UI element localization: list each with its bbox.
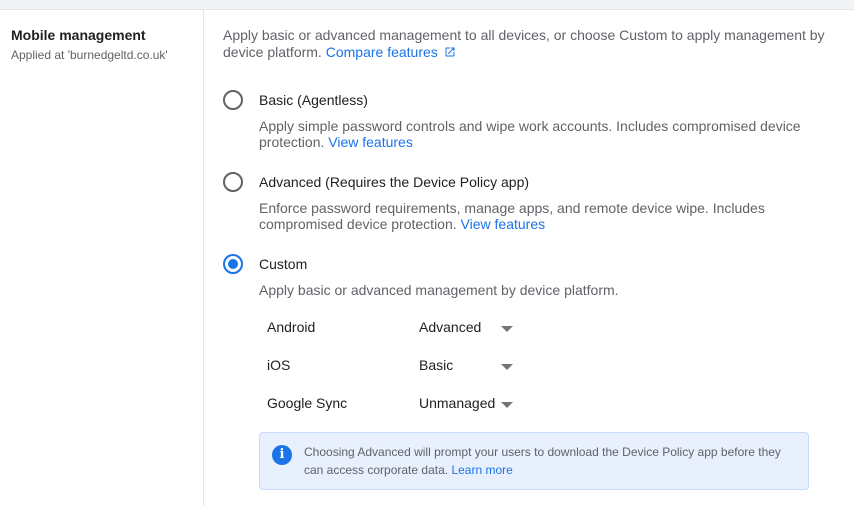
- option-basic-description: Apply simple password controls and wipe …: [259, 118, 819, 150]
- section-scope: Applied at 'burnedgeltd.co.uk': [11, 48, 168, 62]
- column-divider: [203, 10, 204, 506]
- top-bar: [0, 0, 854, 10]
- info-message: Choosing Advanced will prompt your users…: [304, 445, 781, 477]
- option-basic-label[interactable]: Basic (Agentless): [259, 92, 368, 108]
- ios-management-value: Basic: [419, 357, 454, 373]
- section-description: Apply basic or advanced management to al…: [223, 27, 833, 61]
- option-custom-description: Apply basic or advanced management by de…: [259, 282, 619, 298]
- section-title: Mobile management: [11, 27, 146, 43]
- ios-management-select[interactable]: Basic: [419, 357, 519, 377]
- info-icon: i: [272, 445, 292, 465]
- chevron-down-icon: [501, 402, 513, 408]
- google-sync-management-value: Unmanaged: [419, 395, 496, 411]
- chevron-down-icon: [501, 326, 513, 332]
- option-advanced-description: Enforce password requirements, manage ap…: [259, 200, 819, 232]
- option-advanced-label[interactable]: Advanced (Requires the Device Policy app…: [259, 174, 529, 190]
- advanced-view-features-link[interactable]: View features: [461, 216, 546, 232]
- description-text: Apply basic or advanced management to al…: [223, 27, 825, 60]
- compare-features-label: Compare features: [325, 44, 438, 60]
- compare-features-link[interactable]: Compare features: [326, 44, 456, 60]
- platform-android-label: Android: [267, 319, 316, 335]
- google-sync-management-select[interactable]: Unmanaged: [419, 395, 519, 415]
- radio-advanced[interactable]: [223, 172, 243, 192]
- android-management-value: Advanced: [419, 319, 482, 335]
- radio-basic[interactable]: [223, 90, 243, 110]
- info-banner: i Choosing Advanced will prompt your use…: [259, 432, 809, 490]
- basic-view-features-link[interactable]: View features: [328, 134, 413, 150]
- platform-google-sync-label: Google Sync: [267, 395, 348, 411]
- platform-ios-label: iOS: [267, 357, 291, 373]
- android-management-select[interactable]: Advanced: [419, 319, 519, 339]
- info-text: Choosing Advanced will prompt your users…: [304, 443, 794, 479]
- radio-custom[interactable]: [223, 254, 243, 274]
- chevron-down-icon: [501, 364, 513, 370]
- open-in-new-icon: [445, 47, 455, 57]
- option-custom-label[interactable]: Custom: [259, 256, 307, 272]
- learn-more-link[interactable]: Learn more: [451, 463, 512, 477]
